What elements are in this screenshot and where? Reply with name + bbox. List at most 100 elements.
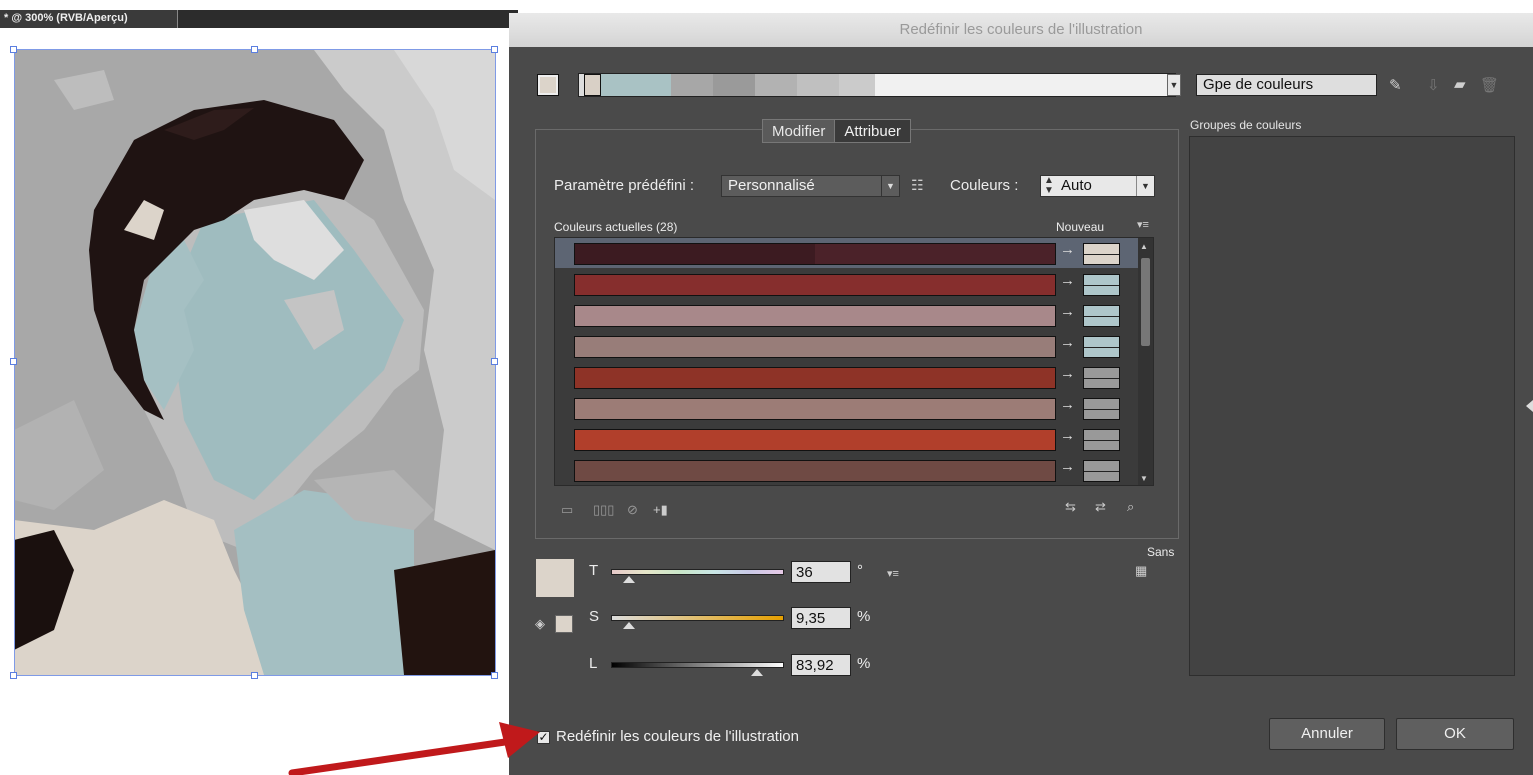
color-row[interactable]: → <box>555 393 1139 423</box>
hsl-slider-track[interactable] <box>611 615 784 629</box>
harmony-swatch[interactable] <box>713 74 755 96</box>
new-color-swatch[interactable] <box>1083 460 1120 482</box>
new-color-swatch[interactable] <box>1083 243 1120 265</box>
harmony-swatch[interactable] <box>671 74 713 96</box>
harmony-swatch[interactable] <box>875 74 1175 96</box>
harmony-swatch[interactable] <box>755 74 797 96</box>
separate-colors-icon[interactable]: ▯▯▯ <box>593 502 614 518</box>
find-color-icon[interactable]: ⌕ <box>1127 499 1134 515</box>
slider-knob[interactable] <box>751 669 763 676</box>
slider-knob[interactable] <box>623 576 635 583</box>
eyedropper-icon[interactable]: ✎ <box>1389 76 1402 94</box>
selection-handle[interactable] <box>251 672 258 679</box>
new-color-swatch[interactable] <box>1083 274 1120 296</box>
slider-options-icon[interactable]: ▾≡ <box>887 567 899 580</box>
selection-handle[interactable] <box>10 46 17 53</box>
slider-value-field[interactable]: 9,35 <box>791 607 851 629</box>
merge-colors-icon[interactable]: ▭ <box>561 502 573 518</box>
random-order-icon[interactable]: ⇆ <box>1065 499 1076 515</box>
color-row[interactable]: → <box>555 424 1139 454</box>
current-color-bar[interactable] <box>574 336 1056 358</box>
preset-options-icon[interactable]: ☷ <box>911 177 924 194</box>
screen: * @ 300% (RVB/Aperçu) Redéfinir les coul… <box>0 0 1533 775</box>
harmony-swatch[interactable] <box>584 74 601 96</box>
ok-button[interactable]: OK <box>1396 718 1514 750</box>
new-color-swatch[interactable] <box>1083 398 1120 420</box>
color-row[interactable]: → <box>555 331 1139 361</box>
new-color-swatch[interactable] <box>1083 429 1120 451</box>
harmony-swatch[interactable] <box>839 74 875 96</box>
current-color-segment <box>575 244 815 264</box>
recolor-artwork-label[interactable]: Redéfinir les couleurs de l'illustration <box>556 728 799 745</box>
map-arrow-icon[interactable]: → <box>1060 241 1075 258</box>
harmony-swatch[interactable] <box>601 74 671 96</box>
map-arrow-icon[interactable]: → <box>1060 272 1075 289</box>
random-saturation-icon[interactable]: ⇄ <box>1095 499 1106 515</box>
selection-handle[interactable] <box>491 672 498 679</box>
current-color-bar[interactable] <box>574 243 1056 265</box>
scroll-up-icon[interactable]: ▲ <box>1140 242 1148 251</box>
color-row[interactable]: → <box>555 269 1139 299</box>
color-groups-list[interactable] <box>1189 136 1515 676</box>
exclude-colors-icon[interactable]: ⊘ <box>627 502 638 518</box>
current-color-bar[interactable] <box>574 274 1056 296</box>
current-color-bar[interactable] <box>574 305 1056 327</box>
map-arrow-icon[interactable]: → <box>1060 427 1075 444</box>
recolor-artwork-checkbox[interactable]: ✓ <box>537 731 550 744</box>
preset-select[interactable]: Personnalisé ▼ <box>721 175 900 197</box>
current-color-preview[interactable] <box>536 559 574 597</box>
list-options-icon[interactable]: ▾≡ <box>1137 218 1149 231</box>
hsl-slider-track[interactable] <box>611 569 784 583</box>
new-color-swatch[interactable] <box>1083 305 1120 327</box>
colors-count-select[interactable]: ▲ ▼ Auto ▼ <box>1040 175 1155 197</box>
color-row[interactable]: → <box>555 238 1139 268</box>
new-color-swatch[interactable] <box>1083 367 1120 389</box>
color-mode-icon[interactable]: ◈ <box>535 616 545 632</box>
new-folder-icon[interactable]: ▰ <box>1454 75 1466 93</box>
selection-handle[interactable] <box>491 358 498 365</box>
selection-handle[interactable] <box>10 672 17 679</box>
color-row[interactable]: → <box>555 300 1139 330</box>
color-library-icon[interactable]: ▦ <box>1135 563 1147 579</box>
save-group-icon[interactable]: ⇩ <box>1427 76 1440 94</box>
original-color-swatch[interactable] <box>555 615 573 633</box>
new-row-icon[interactable]: +▮ <box>653 502 668 518</box>
document-top-strip <box>0 0 520 10</box>
list-scrollbar[interactable]: ▲ ▼ <box>1138 238 1153 485</box>
panel-collapse-icon[interactable] <box>1526 400 1533 412</box>
tab-attribuer[interactable]: Attribuer <box>835 119 912 143</box>
slider-value-field[interactable]: 36 <box>791 561 851 583</box>
selection-handle[interactable] <box>251 46 258 53</box>
trash-icon[interactable]: 🗑 <box>1480 76 1499 94</box>
slider-value-field[interactable]: 83,92 <box>791 654 851 676</box>
active-color-swatch[interactable] <box>537 74 559 96</box>
current-color-bar[interactable] <box>574 429 1056 451</box>
map-arrow-icon[interactable]: → <box>1060 396 1075 413</box>
harmony-dropdown-arrow[interactable]: ▼ <box>1167 74 1181 96</box>
selection-handle[interactable] <box>10 358 17 365</box>
slider-knob[interactable] <box>623 622 635 629</box>
new-color-swatch[interactable] <box>1083 336 1120 358</box>
cancel-button[interactable]: Annuler <box>1269 718 1385 750</box>
color-row[interactable]: → <box>555 362 1139 392</box>
stepper-icon[interactable]: ▲ ▼ <box>1044 176 1054 196</box>
current-color-bar[interactable] <box>574 398 1056 420</box>
document-tab[interactable]: * @ 300% (RVB/Aperçu) <box>0 10 178 28</box>
color-group-name-field[interactable]: Gpe de couleurs <box>1196 74 1377 96</box>
tab-modifier[interactable]: Modifier <box>762 119 836 143</box>
color-mapping-list[interactable]: → → → → → → → → ▲ ▼ <box>554 237 1154 486</box>
map-arrow-icon[interactable]: → <box>1060 334 1075 351</box>
color-row[interactable]: → <box>555 455 1139 485</box>
current-color-bar[interactable] <box>574 367 1056 389</box>
current-color-bar[interactable] <box>574 460 1056 482</box>
current-color-segment <box>575 368 1055 388</box>
selection-handle[interactable] <box>491 46 498 53</box>
map-arrow-icon[interactable]: → <box>1060 458 1075 475</box>
hsl-slider-track[interactable] <box>611 662 784 676</box>
map-arrow-icon[interactable]: → <box>1060 365 1075 382</box>
scroll-thumb[interactable] <box>1141 258 1150 346</box>
map-arrow-icon[interactable]: → <box>1060 303 1075 320</box>
scroll-down-icon[interactable]: ▼ <box>1140 474 1148 483</box>
harmony-color-bar[interactable] <box>578 73 1176 97</box>
harmony-swatch[interactable] <box>797 74 839 96</box>
